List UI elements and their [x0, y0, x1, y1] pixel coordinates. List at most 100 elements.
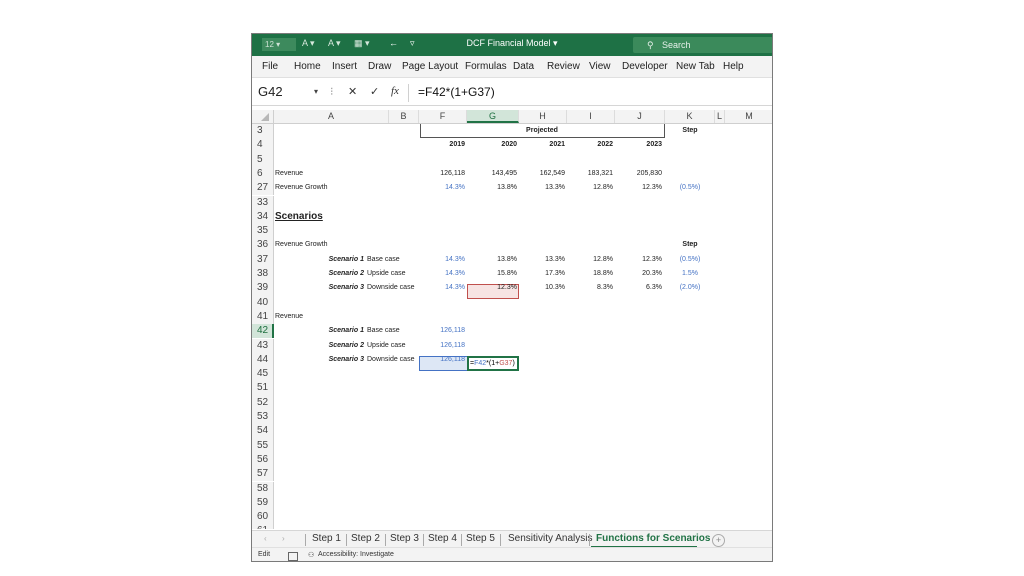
column-header-a[interactable]: A: [274, 110, 389, 123]
year-header[interactable]: 2023: [615, 138, 662, 152]
accessibility-icon[interactable]: ⚇: [308, 551, 314, 559]
tab-step-1[interactable]: Step 1: [312, 533, 341, 544]
year-header[interactable]: 2022: [567, 138, 613, 152]
case-label[interactable]: Downside case: [367, 353, 422, 367]
menu-file[interactable]: File: [262, 61, 278, 72]
column-header-l[interactable]: L: [715, 110, 725, 123]
worksheet-grid[interactable]: A B F G H I J K L M =F42*(1+G37) 3 Projec…: [252, 110, 772, 529]
column-header-i[interactable]: I: [567, 110, 615, 123]
value-cell[interactable]: 14.3%: [419, 253, 465, 267]
column-header-f[interactable]: F: [419, 110, 467, 123]
value-cell[interactable]: 13.3%: [519, 181, 565, 195]
tab-sensitivity-analysis[interactable]: Sensitivity Analysis: [508, 533, 592, 544]
case-label[interactable]: Upside case: [367, 339, 422, 353]
menu-help[interactable]: Help: [723, 61, 744, 72]
accessibility-status[interactable]: Accessibility: Investigate: [318, 551, 394, 558]
value-cell[interactable]: 10.3%: [519, 281, 565, 295]
value-cell[interactable]: 12.3%: [615, 253, 662, 267]
row-header[interactable]: 6: [252, 166, 274, 182]
menu-data[interactable]: Data: [513, 61, 534, 72]
menu-draw[interactable]: Draw: [368, 61, 391, 72]
case-label[interactable]: Base case: [367, 253, 422, 267]
name-box[interactable]: G42: [258, 84, 320, 102]
menu-insert[interactable]: Insert: [332, 61, 357, 72]
row-header[interactable]: 55: [252, 438, 274, 453]
row-label[interactable]: Revenue: [275, 310, 385, 324]
row-header[interactable]: 4: [252, 138, 274, 153]
value-cell[interactable]: 126,118: [419, 339, 465, 353]
value-cell[interactable]: 183,321: [567, 167, 613, 181]
scenario-label[interactable]: Scenario 2: [312, 267, 364, 281]
value-cell[interactable]: 20.3%: [615, 267, 662, 281]
year-header[interactable]: 2021: [519, 138, 565, 152]
value-cell[interactable]: 13.3%: [519, 253, 565, 267]
value-cell[interactable]: 13.8%: [467, 181, 517, 195]
column-header-h[interactable]: H: [519, 110, 567, 123]
case-label[interactable]: Downside case: [367, 281, 422, 295]
value-cell[interactable]: 18.8%: [567, 267, 613, 281]
row-header[interactable]: 57: [252, 467, 274, 482]
row-header[interactable]: 34: [252, 209, 274, 225]
value-cell[interactable]: 12.8%: [567, 181, 613, 195]
value-cell[interactable]: 13.8%: [467, 253, 517, 267]
row-header[interactable]: 53: [252, 410, 274, 425]
value-cell[interactable]: 126,118: [419, 167, 465, 181]
row-header[interactable]: 61: [252, 524, 274, 529]
row-label[interactable]: Revenue: [275, 167, 385, 181]
value-cell[interactable]: 14.3%: [419, 267, 465, 281]
cancel-icon[interactable]: ✕: [348, 85, 357, 98]
tab-step-4[interactable]: Step 4: [428, 533, 457, 544]
formula-input[interactable]: =F42*(1+G37): [418, 85, 495, 99]
tab-step-2[interactable]: Step 2: [351, 533, 380, 544]
value-cell[interactable]: 14.3%: [419, 281, 465, 295]
row-header[interactable]: 40: [252, 295, 274, 310]
column-header-m[interactable]: M: [725, 110, 772, 123]
scroll-right-icon[interactable]: ›: [282, 534, 285, 543]
value-cell[interactable]: 143,495: [467, 167, 517, 181]
year-header[interactable]: 2020: [467, 138, 517, 152]
value-cell[interactable]: 8.3%: [567, 281, 613, 295]
row-header[interactable]: 35: [252, 224, 274, 239]
row-header[interactable]: 60: [252, 510, 274, 525]
value-cell[interactable]: 6.3%: [615, 281, 662, 295]
value-cell[interactable]: 126,118: [419, 353, 465, 367]
row-label[interactable]: Revenue Growth: [275, 181, 385, 195]
enter-icon[interactable]: ✓: [370, 85, 379, 98]
row-header[interactable]: 45: [252, 367, 274, 382]
case-label[interactable]: Upside case: [367, 267, 422, 281]
section-title[interactable]: Scenarios: [275, 210, 385, 224]
macro-record-icon[interactable]: [288, 552, 298, 561]
menu-view[interactable]: View: [589, 61, 611, 72]
value-cell[interactable]: 15.8%: [467, 267, 517, 281]
row-header[interactable]: 36: [252, 238, 274, 253]
year-header[interactable]: 2019: [419, 138, 465, 152]
menu-developer[interactable]: Developer: [622, 61, 668, 72]
row-label[interactable]: Revenue Growth: [275, 238, 385, 252]
tab-step-3[interactable]: Step 3: [390, 533, 419, 544]
row-header[interactable]: 54: [252, 424, 274, 439]
scenario-label[interactable]: Scenario 3: [312, 353, 364, 367]
row-header[interactable]: 44: [252, 352, 274, 368]
projected-label[interactable]: Projected: [519, 124, 565, 138]
value-cell[interactable]: 14.3%: [419, 181, 465, 195]
tab-step-5[interactable]: Step 5: [466, 533, 495, 544]
row-header[interactable]: 27: [252, 181, 274, 196]
chevron-down-icon[interactable]: ▾: [314, 87, 318, 96]
case-label[interactable]: Base case: [367, 324, 422, 338]
row-header[interactable]: 41: [252, 309, 274, 325]
value-cell[interactable]: 162,549: [519, 167, 565, 181]
step-cell[interactable]: 1.5%: [665, 267, 715, 281]
row-header[interactable]: 56: [252, 452, 274, 468]
menu-formulas[interactable]: Formulas: [465, 61, 507, 72]
scenario-label[interactable]: Scenario 3: [312, 281, 364, 295]
value-cell[interactable]: 12.8%: [567, 253, 613, 267]
row-header[interactable]: 38: [252, 267, 274, 282]
row-header[interactable]: 43: [252, 338, 274, 353]
menu-page-layout[interactable]: Page Layout: [402, 61, 458, 72]
scenario-label[interactable]: Scenario 1: [312, 324, 364, 338]
row-header[interactable]: 52: [252, 395, 274, 410]
column-header-k[interactable]: K: [665, 110, 715, 123]
row-header[interactable]: 42: [252, 324, 274, 339]
step-cell[interactable]: (0.5%): [665, 181, 715, 195]
row-header[interactable]: 51: [252, 381, 274, 396]
